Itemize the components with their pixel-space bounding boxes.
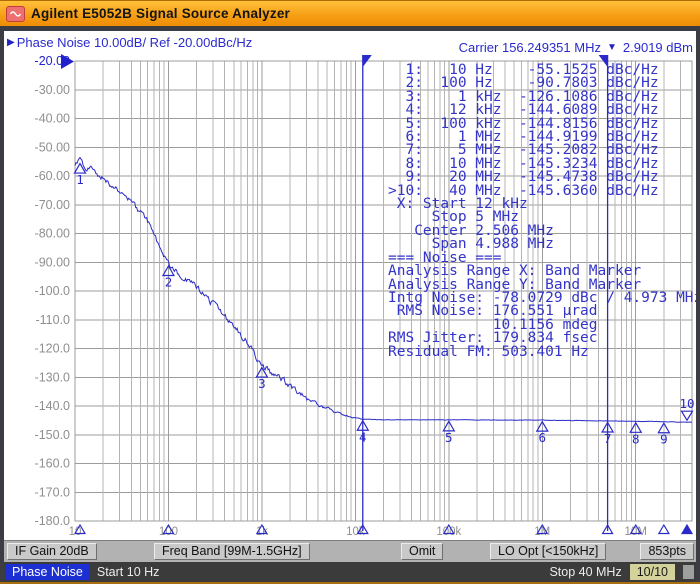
sine-wave-glyph [10,10,21,18]
svg-text:-40.00: -40.00 [35,112,70,126]
omit-button[interactable]: Omit [401,543,443,560]
svg-text:-90.00: -90.00 [35,255,70,269]
svg-text:100k: 100k [436,526,461,538]
svg-text:-150.0: -150.0 [35,428,70,442]
svg-text:5: 5 [445,430,453,445]
status-bar: Phase Noise Start 10 Hz Stop 40 MHz 10/1… [4,562,696,582]
svg-text:-130.0: -130.0 [35,370,70,384]
trace-arrow-icon: ▶ [7,38,15,48]
svg-text:9: 9 [660,432,668,447]
freq-band-button[interactable]: Freq Band [99M-1.5GHz] [154,543,310,560]
carrier-frequency: Carrier 156.249351 MHz [459,40,601,55]
analyzer-window: Agilent E5052B Signal Source Analyzer ▶ … [0,0,700,584]
svg-text:-120.0: -120.0 [35,342,70,356]
svg-text:100: 100 [159,526,178,538]
svg-text:6: 6 [539,430,547,445]
app-sine-wave-icon[interactable] [6,6,25,22]
lo-opt-button[interactable]: LO Opt [<150kHz] [490,543,606,560]
y-axis-labels: -20.00-30.00-40.00-50.00-60.00-70.00-80.… [35,54,71,528]
svg-text:-170.0: -170.0 [35,485,70,499]
trace-counter-chip[interactable]: 10/10 [630,564,675,580]
svg-text:4: 4 [359,429,367,444]
carrier-marker-down-icon: ▼ [607,43,617,53]
x-axis-labels: 101001k10k100k1M10M [69,526,647,538]
start-frequency-label: Start 10 Hz [97,565,160,579]
trace-header: ▶ Phase Noise 10.00dB/ Ref -20.00dBc/Hz [7,35,252,50]
if-gain-button[interactable]: IF Gain 20dB [7,543,97,560]
carrier-info: Carrier 156.249351 MHz ▼ 2.9019 dBm [459,40,693,55]
svg-text:10k: 10k [346,526,365,538]
svg-text:-100.0: -100.0 [35,284,70,298]
display-area: ▶ Phase Noise 10.00dB/ Ref -20.00dBc/Hz … [4,31,696,540]
softkey-bar: IF Gain 20dB Freq Band [99M-1.5GHz] Omit… [4,540,696,562]
svg-text:-160.0: -160.0 [35,457,70,471]
marker-info-panel: 1: 10 Hz -55.1525 dBc/Hz 2: 100 Hz -90.7… [388,64,696,359]
svg-text:8: 8 [632,431,640,446]
svg-text:3: 3 [258,376,266,391]
svg-text:7: 7 [604,431,612,446]
svg-text:2: 2 [165,274,173,289]
trace-scale-label: Phase Noise 10.00dB/ Ref -20.00dBc/Hz [17,35,253,50]
svg-text:10: 10 [679,396,694,411]
svg-text:-80.00: -80.00 [35,227,70,241]
svg-text:-180.0: -180.0 [35,514,70,528]
window-title: Agilent E5052B Signal Source Analyzer [31,6,290,21]
svg-text:-110.0: -110.0 [35,313,70,327]
svg-text:10M: 10M [625,526,647,538]
carrier-power: 2.9019 dBm [623,40,693,55]
title-bar: Agilent E5052B Signal Source Analyzer [0,0,700,26]
svg-text:1M: 1M [534,526,550,538]
svg-text:-60.00: -60.00 [35,169,70,183]
svg-text:-70.00: -70.00 [35,198,70,212]
svg-text:-30.00: -30.00 [35,83,70,97]
points-button[interactable]: 853pts [640,543,694,560]
svg-text:10: 10 [69,526,82,538]
stop-frequency-label: Stop 40 MHz [549,565,621,579]
svg-text:-140.0: -140.0 [35,399,70,413]
mode-chip[interactable]: Phase Noise [6,564,89,580]
svg-text:-50.00: -50.00 [35,140,70,154]
svg-text:1: 1 [76,172,84,187]
resize-grip [683,565,694,579]
